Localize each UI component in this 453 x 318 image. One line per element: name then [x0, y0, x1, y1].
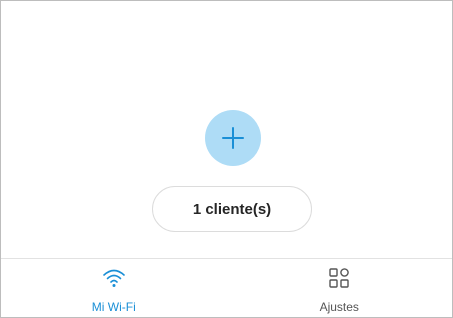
tab-mi-wifi-label: Mi Wi-Fi	[91, 300, 136, 314]
tab-mi-wifi[interactable]: Mi Wi-Fi	[1, 259, 227, 317]
grid-icon	[328, 267, 350, 289]
app-screen: 1 cliente(s) Mi Wi-Fi Ajustes	[0, 0, 453, 318]
bottom-tab-bar: Mi Wi-Fi Ajustes	[1, 259, 452, 317]
main-panel: 1 cliente(s)	[1, 1, 452, 258]
clients-count-label: 1 cliente(s)	[192, 200, 272, 218]
clients-count-button[interactable]: 1 cliente(s)	[152, 186, 312, 232]
add-client-button[interactable]	[205, 110, 261, 166]
plus-icon	[222, 127, 244, 149]
tab-ajustes-label: Ajustes	[319, 300, 359, 314]
wifi-icon	[102, 267, 126, 289]
tab-ajustes[interactable]: Ajustes	[227, 259, 453, 317]
